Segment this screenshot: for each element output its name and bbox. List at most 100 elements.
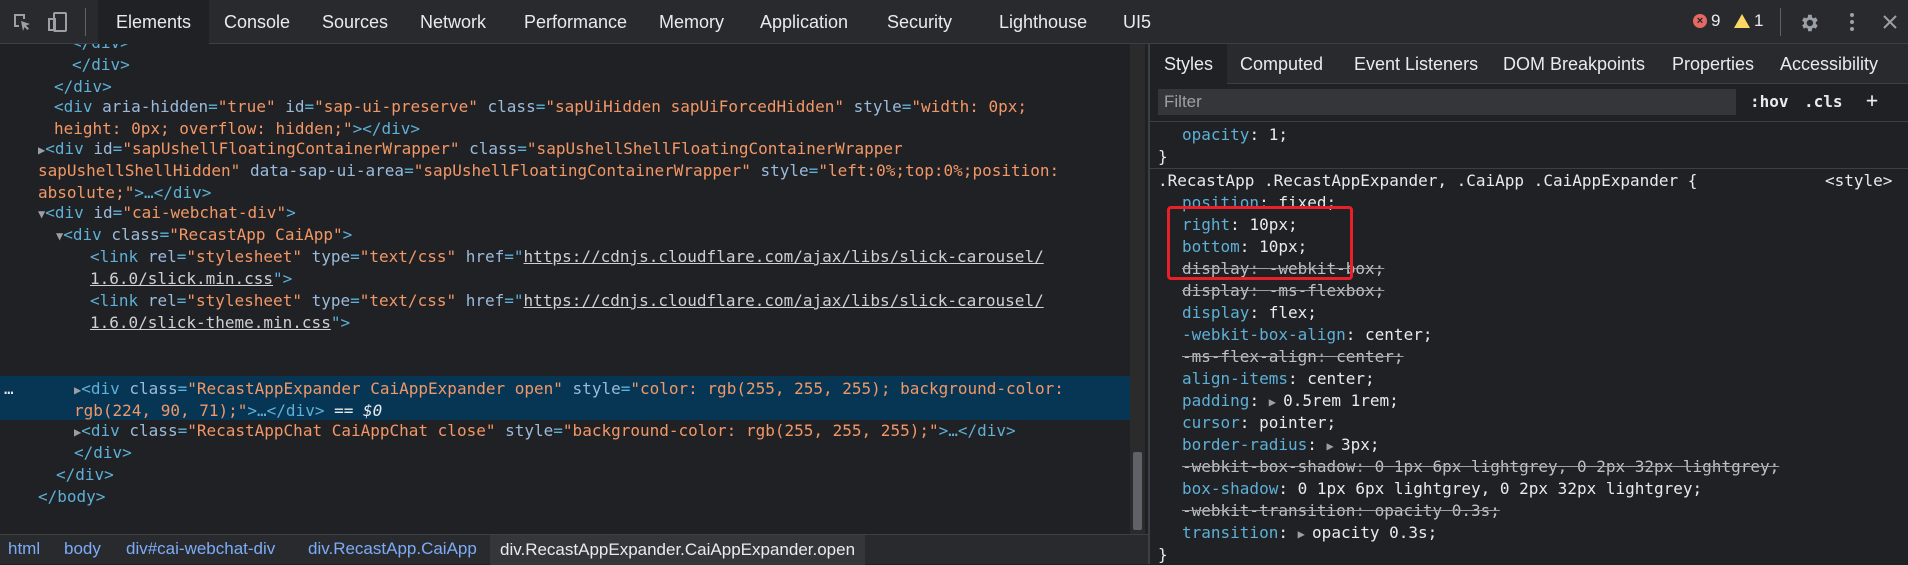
- style-property-value[interactable]: center;: [1365, 325, 1432, 344]
- dom-line[interactable]: </body>: [38, 486, 105, 508]
- dom-node-link[interactable]: <link rel="stylesheet" type="text/css" h…: [90, 290, 1044, 312]
- tab-event-listeners[interactable]: Event Listeners: [1354, 44, 1478, 84]
- style-property-value[interactable]: 0 1px 6px lightgrey, 0 2px 32px lightgre…: [1375, 457, 1780, 476]
- tab-ui5[interactable]: UI5: [1123, 0, 1151, 44]
- style-property-value[interactable]: center;: [1307, 369, 1374, 388]
- expand-triangle-icon[interactable]: ▶: [1327, 439, 1341, 453]
- style-property[interactable]: padding: ▶ 0.5rem 1rem;: [1182, 390, 1399, 413]
- tab-network[interactable]: Network: [420, 0, 486, 44]
- style-property[interactable]: box-shadow: 0 1px 6px lightgrey, 0 2px 3…: [1182, 478, 1702, 500]
- style-property-name[interactable]: display: [1182, 303, 1249, 322]
- stylesheet-link[interactable]: 1.6.0/slick.min.css: [90, 269, 273, 288]
- more-options-icon[interactable]: [1842, 12, 1862, 32]
- red-highlight-annotation: [1167, 206, 1353, 280]
- error-counter[interactable]: × 9: [1693, 11, 1720, 31]
- dom-line[interactable]: </div>: [56, 464, 114, 486]
- tab-elements[interactable]: Elements: [98, 0, 210, 44]
- stylesheet-link[interactable]: https://cdnjs.cloudflare.com/ajax/libs/s…: [524, 247, 1044, 266]
- dom-node-chat[interactable]: ▶<div class="RecastAppChat CaiAppChat cl…: [74, 420, 1016, 443]
- style-property-name[interactable]: -webkit-box-shadow: [1182, 457, 1355, 476]
- tab-sources[interactable]: Sources: [322, 0, 388, 44]
- device-toolbar-icon[interactable]: [48, 12, 68, 32]
- style-property-name[interactable]: -webkit-transition: [1182, 501, 1355, 520]
- inspect-element-icon[interactable]: [12, 12, 32, 32]
- style-property[interactable]: -ms-flex-align: center;: [1182, 346, 1404, 368]
- cls-button[interactable]: .cls: [1804, 92, 1843, 111]
- style-property-name[interactable]: border-radius: [1182, 435, 1307, 454]
- tab-computed[interactable]: Computed: [1240, 44, 1323, 84]
- style-property[interactable]: -webkit-transition: opacity 0.3s;: [1182, 500, 1500, 522]
- style-property-value[interactable]: 3px;: [1341, 435, 1380, 454]
- tab-console[interactable]: Console: [224, 0, 290, 44]
- style-property[interactable]: -webkit-box-shadow: 0 1px 6px lightgrey,…: [1182, 456, 1779, 478]
- breadcrumb-expander[interactable]: div.RecastAppExpander.CaiAppExpander.ope…: [490, 535, 866, 565]
- style-property-value[interactable]: pointer;: [1259, 413, 1336, 432]
- style-property-name[interactable]: box-shadow: [1182, 479, 1278, 498]
- gear-icon[interactable]: [1798, 12, 1818, 32]
- hov-button[interactable]: :hov: [1750, 92, 1789, 111]
- breadcrumb-recastapp[interactable]: div.RecastApp.CaiApp: [308, 539, 477, 559]
- style-property-name[interactable]: -ms-flex-align: [1182, 347, 1317, 366]
- style-property-name[interactable]: cursor: [1182, 413, 1240, 432]
- dom-line[interactable]: </div>: [74, 442, 132, 464]
- tab-properties[interactable]: Properties: [1672, 44, 1754, 84]
- style-property-value[interactable]: flex;: [1269, 303, 1317, 322]
- rule-source-link[interactable]: <style>: [1825, 170, 1892, 192]
- style-property-value[interactable]: 0 1px 6px lightgrey, 0 2px 32px lightgre…: [1298, 479, 1703, 498]
- style-property-name[interactable]: align-items: [1182, 369, 1288, 388]
- style-property-name[interactable]: display: [1182, 281, 1249, 300]
- style-property[interactable]: display: -ms-flexbox;: [1182, 280, 1384, 302]
- expand-triangle-icon[interactable]: ▶: [1269, 395, 1283, 409]
- style-property-value[interactable]: opacity 0.3s;: [1375, 501, 1500, 520]
- selected-node-dots[interactable]: …: [4, 378, 14, 400]
- dom-node-recastapp[interactable]: ▼<div class="RecastApp CaiApp">: [56, 224, 352, 247]
- dom-line[interactable]: </div>: [72, 54, 130, 76]
- style-property[interactable]: display: flex;: [1182, 302, 1317, 324]
- tab-memory[interactable]: Memory: [659, 0, 724, 44]
- tab-security[interactable]: Security: [887, 0, 952, 44]
- stylesheet-link[interactable]: 1.6.0/slick-theme.min.css: [90, 313, 331, 332]
- tab-lighthouse[interactable]: Lighthouse: [999, 0, 1087, 44]
- dom-node-preserve[interactable]: <div aria-hidden="true" id="sap-ui-prese…: [54, 96, 1027, 118]
- dom-tree[interactable]: </div> </div> </div> <div aria-hidden="t…: [0, 44, 1130, 534]
- styles-pane[interactable]: opacity: 1; } .RecastApp .RecastAppExpan…: [1150, 122, 1908, 564]
- filter-input[interactable]: [1158, 89, 1736, 115]
- style-property[interactable]: border-radius: ▶ 3px;: [1182, 434, 1379, 457]
- style-property-name[interactable]: transition: [1182, 523, 1278, 542]
- dom-scrollbar-thumb[interactable]: [1133, 452, 1142, 530]
- style-property[interactable]: opacity: 1;: [1182, 124, 1288, 146]
- dom-line[interactable]: </div>: [54, 76, 112, 98]
- style-property[interactable]: transition: ▶ opacity 0.3s;: [1182, 522, 1437, 545]
- tab-dom-breakpoints[interactable]: DOM Breakpoints: [1503, 44, 1645, 84]
- new-style-rule-button[interactable]: +: [1866, 88, 1878, 112]
- style-property-value[interactable]: opacity 0.3s;: [1312, 523, 1437, 542]
- style-property-value[interactable]: -ms-flexbox;: [1269, 281, 1385, 300]
- rule-close-brace: }: [1158, 545, 1168, 564]
- style-property-name[interactable]: -webkit-box-align: [1182, 325, 1346, 344]
- dom-line-wrap: 1.6.0/slick.min.css">: [90, 269, 293, 288]
- tab-performance[interactable]: Performance: [524, 0, 627, 44]
- style-property-value[interactable]: 0.5rem 1rem;: [1283, 391, 1399, 410]
- tab-accessibility[interactable]: Accessibility: [1780, 44, 1878, 84]
- dom-node-webchat[interactable]: ▼<div id="cai-webchat-div">: [38, 202, 296, 225]
- style-property[interactable]: cursor: pointer;: [1182, 412, 1336, 434]
- dom-node-floating[interactable]: ▶<div id="sapUshellFloatingContainerWrap…: [38, 138, 903, 161]
- close-icon[interactable]: [1880, 12, 1900, 32]
- expand-triangle-icon[interactable]: ▶: [1298, 527, 1312, 541]
- style-property-name[interactable]: padding: [1182, 391, 1249, 410]
- style-property-value[interactable]: center;: [1336, 347, 1403, 366]
- tab-application[interactable]: Application: [760, 0, 848, 44]
- stylesheet-link[interactable]: https://cdnjs.cloudflare.com/ajax/libs/s…: [524, 291, 1044, 310]
- breadcrumb-webchat-div[interactable]: div#cai-webchat-div: [126, 539, 275, 559]
- dom-node-link[interactable]: <link rel="stylesheet" type="text/css" h…: [90, 246, 1044, 268]
- warning-counter[interactable]: 1: [1734, 11, 1763, 31]
- breadcrumb-html[interactable]: html: [8, 539, 40, 559]
- rule-selector[interactable]: .RecastApp .RecastAppExpander, .CaiApp .…: [1158, 170, 1697, 192]
- breadcrumb-body[interactable]: body: [64, 539, 101, 559]
- style-property[interactable]: -webkit-box-align: center;: [1182, 324, 1432, 346]
- style-property[interactable]: align-items: center;: [1182, 368, 1375, 390]
- tab-styles[interactable]: Styles: [1150, 44, 1228, 84]
- dom-line[interactable]: </div>: [72, 44, 130, 54]
- sidebar-tabs: Styles Computed Event Listeners DOM Brea…: [1150, 44, 1908, 84]
- dom-node-expander[interactable]: ▶<div class="RecastAppExpander CaiAppExp…: [74, 378, 1064, 401]
